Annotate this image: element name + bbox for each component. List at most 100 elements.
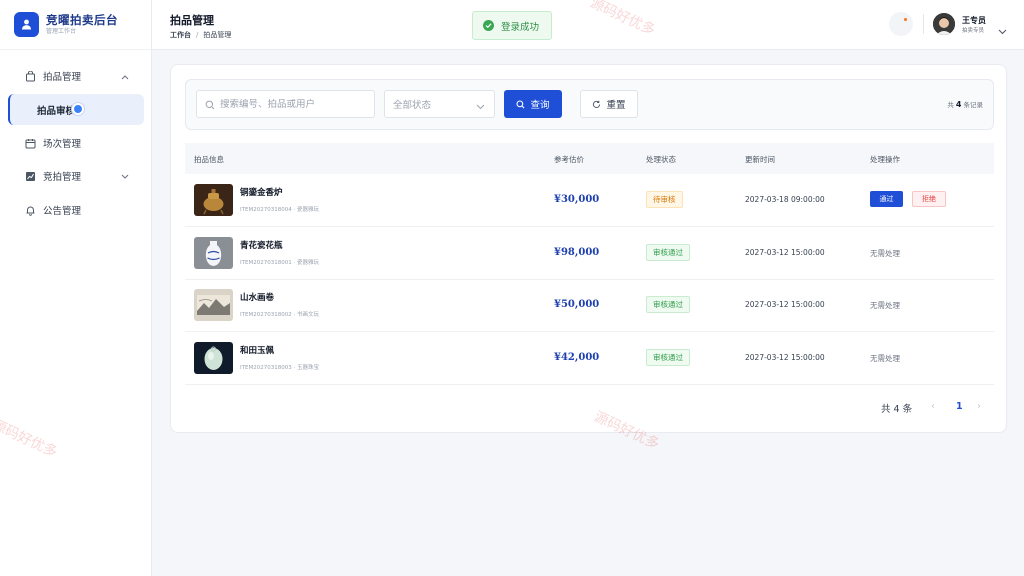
chevron-down-icon xyxy=(476,102,485,113)
count-number: 4 xyxy=(955,100,962,109)
chevron-up-icon xyxy=(121,72,129,83)
lot-price: ¥42,000 xyxy=(554,352,600,363)
brand[interactable]: 竞曜拍卖后台 管理工作台 xyxy=(14,12,118,37)
status-badge: 审核通过 xyxy=(646,244,690,261)
pager-total: 共 4 条 xyxy=(881,404,913,415)
user-role: 拍卖专员 xyxy=(962,28,985,34)
lot-name[interactable]: 铜鎏金香炉 xyxy=(240,186,283,198)
breadcrumb-current: 拍品管理 xyxy=(203,31,232,39)
divider xyxy=(923,14,924,34)
sidebar-item-label: 场次管理 xyxy=(43,139,82,150)
user-name[interactable]: 王专员 xyxy=(962,15,986,26)
sidebar-item-lot-review[interactable]: 拍品审核 xyxy=(8,94,144,125)
pager-next-button[interactable]: › xyxy=(977,401,981,412)
check-circle-icon xyxy=(483,20,494,31)
search-icon xyxy=(516,99,525,109)
top-header: 拍品管理 工作台 / 拍品管理 登录成功 王专员 拍卖专员 xyxy=(152,0,1024,50)
brand-subtitle: 管理工作台 xyxy=(46,28,77,35)
sidebar-item-label: 拍品管理 xyxy=(43,72,82,83)
lot-id: ITEM20270318001 · 瓷器雅玩 xyxy=(240,260,319,266)
success-toast: 登录成功 xyxy=(472,11,552,40)
lot-price: ¥30,000 xyxy=(554,194,600,205)
no-action-text: 无需处理 xyxy=(870,354,900,363)
chart-icon xyxy=(24,170,36,182)
lot-name[interactable]: 和田玉佩 xyxy=(240,344,274,356)
reset-button-label: 重置 xyxy=(606,100,626,111)
lot-id: ITEM20270318004 · 瓷器雅玩 xyxy=(240,207,319,213)
record-count: 共 4 条记录 xyxy=(947,99,983,109)
count-suffix: 条记录 xyxy=(963,101,984,109)
no-action-text: 无需处理 xyxy=(870,301,900,310)
sidebar-item-announcement-management[interactable]: 公告管理 xyxy=(0,195,151,225)
pager-page-1[interactable]: 1 xyxy=(956,401,963,412)
lot-price: ¥98,000 xyxy=(554,247,600,258)
column-header: 拍品信息 xyxy=(194,155,224,164)
reject-button[interactable]: 拒绝 xyxy=(912,191,946,207)
lot-name[interactable]: 山水画卷 xyxy=(240,291,274,303)
sidebar-item-lot-management[interactable]: 拍品管理 xyxy=(0,61,151,91)
calendar-icon xyxy=(24,137,36,149)
column-header: 参考估价 xyxy=(554,155,584,164)
no-action-text: 无需处理 xyxy=(870,249,900,258)
lot-review-card: 全部状态 查询 重置 共4条记录 拍品信息 参考估价 处理状态 更新时间 处理操… xyxy=(170,64,1007,433)
lot-thumbnail-vase xyxy=(194,237,233,269)
sidebar-item-session-management[interactable]: 场次管理 xyxy=(0,128,151,158)
refresh-icon xyxy=(592,100,601,109)
notification-dot-icon xyxy=(904,18,907,21)
sidebar-item-label: 公告管理 xyxy=(43,206,82,217)
breadcrumb-home[interactable]: 工作台 xyxy=(170,31,191,39)
breadcrumb-separator: / xyxy=(196,31,199,39)
cursor-dot-icon xyxy=(72,103,84,115)
column-header: 处理状态 xyxy=(646,155,676,164)
status-select-value: 全部状态 xyxy=(393,100,432,111)
lot-thumbnail-jade xyxy=(194,342,233,374)
search-input[interactable] xyxy=(220,98,370,110)
pager-prev-button[interactable]: ‹ xyxy=(931,401,935,412)
divider xyxy=(0,49,151,50)
avatar[interactable] xyxy=(933,13,955,35)
search-box[interactable] xyxy=(196,90,375,118)
sidebar-item-label: 拍品审核 xyxy=(37,105,76,117)
gavel-logo-icon xyxy=(14,12,39,37)
notification-button[interactable] xyxy=(889,12,913,36)
table-row: 山水画卷 ITEM20270318002 · 书画文玩 ¥50,000 审核通过… xyxy=(185,279,994,332)
filter-bar: 全部状态 查询 重置 共4条记录 xyxy=(185,79,994,130)
lot-price: ¥50,000 xyxy=(554,299,600,310)
table-row: 和田玉佩 ITEM20270318003 · 玉器珠宝 ¥42,000 审核通过… xyxy=(185,332,994,385)
column-header: 处理操作 xyxy=(870,155,900,164)
reset-button[interactable]: 重置 xyxy=(580,90,638,118)
search-icon xyxy=(205,95,215,114)
query-button[interactable]: 查询 xyxy=(504,90,562,118)
bag-icon xyxy=(24,70,36,82)
bell-icon xyxy=(24,204,36,216)
table-header: 拍品信息 参考估价 处理状态 更新时间 处理操作 xyxy=(185,143,994,174)
sidebar-item-label: 竞拍管理 xyxy=(43,172,82,183)
approve-button[interactable]: 通过 xyxy=(870,191,903,207)
status-badge: 审核通过 xyxy=(646,296,690,313)
toast-text: 登录成功 xyxy=(501,21,540,33)
sidebar-item-bidding-management[interactable]: 竞拍管理 xyxy=(0,161,151,191)
brand-title: 竞曜拍卖后台 xyxy=(46,13,118,27)
lot-id: ITEM20270318002 · 书画文玩 xyxy=(240,312,319,318)
status-badge: 审核通过 xyxy=(646,349,690,366)
chevron-down-icon[interactable] xyxy=(998,20,1007,39)
sidebar: 竞曜拍卖后台 管理工作台 拍品管理 拍品审核 场次管理 竞拍管理 公告管理 xyxy=(0,0,152,576)
update-time: 2027-03-12 15:00:00 xyxy=(745,353,825,362)
update-time: 2027-03-18 09:00:00 xyxy=(745,195,825,204)
status-select[interactable]: 全部状态 xyxy=(384,90,495,118)
lot-id: ITEM20270318003 · 玉器珠宝 xyxy=(240,365,319,371)
update-time: 2027-03-12 15:00:00 xyxy=(745,300,825,309)
column-header: 更新时间 xyxy=(745,155,775,164)
page-title: 拍品管理 xyxy=(170,14,214,27)
lot-name[interactable]: 青花瓷花瓶 xyxy=(240,239,283,251)
query-button-label: 查询 xyxy=(530,100,550,111)
lot-thumbnail-scroll xyxy=(194,289,233,321)
status-badge: 待审核 xyxy=(646,191,683,208)
breadcrumb: 工作台 / 拍品管理 xyxy=(170,30,231,40)
update-time: 2027-03-12 15:00:00 xyxy=(745,248,825,257)
count-prefix: 共 xyxy=(947,101,954,109)
table-row: 铜鎏金香炉 ITEM20270318004 · 瓷器雅玩 ¥30,000 待审核… xyxy=(185,174,994,227)
table-row: 青花瓷花瓶 ITEM20270318001 · 瓷器雅玩 ¥98,000 审核通… xyxy=(185,227,994,280)
chevron-down-icon xyxy=(121,172,129,183)
lot-thumbnail-censer xyxy=(194,184,233,216)
